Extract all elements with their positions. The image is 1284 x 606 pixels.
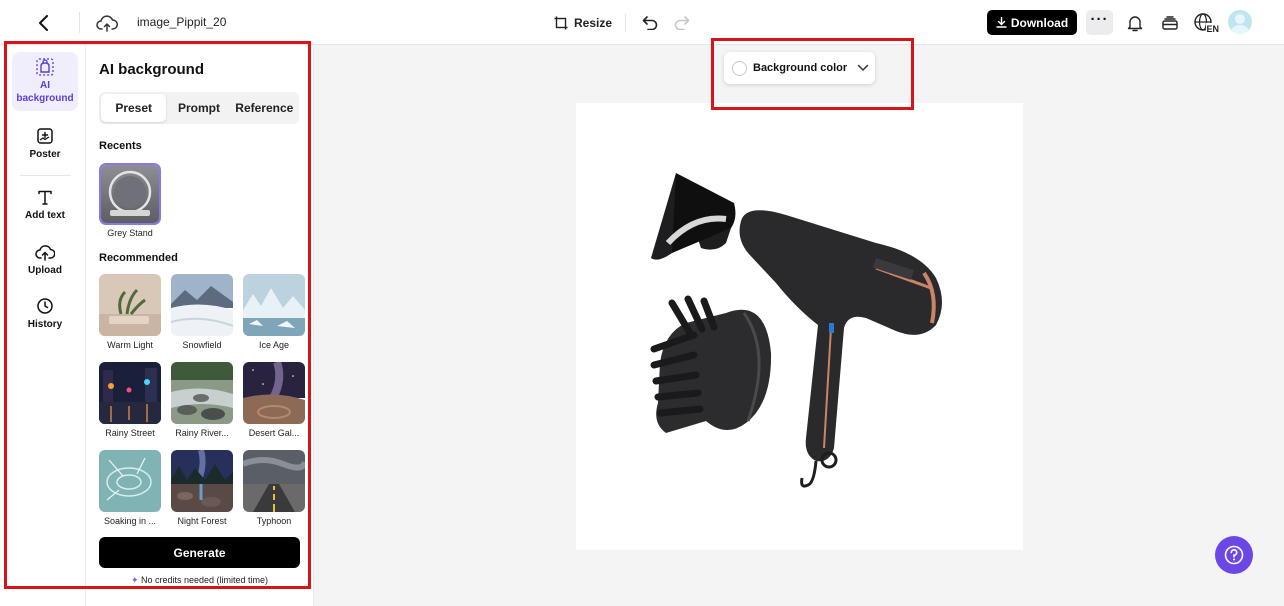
preset-label: Typhoon — [256, 516, 292, 526]
rail-item-upload[interactable]: Upload — [12, 243, 78, 277]
subscription-button[interactable] — [1157, 10, 1183, 36]
preset-label: Rainy Street — [105, 428, 155, 438]
tab-reference[interactable]: Reference — [232, 94, 297, 122]
language-code: EN — [1207, 24, 1220, 34]
redo-icon — [674, 16, 690, 30]
rail-item-poster[interactable]: Poster — [12, 127, 78, 161]
rail-item-label: Upload — [28, 265, 62, 276]
poster-icon — [37, 128, 53, 144]
warm-light-image — [99, 274, 161, 336]
generate-button[interactable]: Generate — [99, 537, 300, 568]
cloud-save-button[interactable] — [94, 9, 120, 37]
tab-prompt[interactable]: Prompt — [166, 94, 231, 122]
rail-item-label: Add text — [25, 210, 65, 221]
toolbar-divider — [625, 14, 626, 32]
upload-icon — [35, 245, 55, 261]
help-icon — [1224, 545, 1244, 565]
rail-item-history[interactable]: History — [12, 297, 78, 331]
resize-icon — [554, 16, 568, 30]
user-avatar[interactable] — [1228, 10, 1252, 34]
preset-thumbnail[interactable] — [171, 362, 233, 424]
rail-item-add-text[interactable]: Add text — [12, 188, 78, 222]
file-name[interactable]: image_Pippit_20 — [137, 15, 226, 29]
snowfield-image — [171, 274, 233, 336]
back-button[interactable] — [30, 9, 58, 37]
rail-divider — [20, 175, 71, 176]
tab-bar: Preset Prompt Reference — [99, 92, 299, 124]
recommended-label: Recommended — [99, 252, 178, 264]
preset-label: Warm Light — [107, 340, 153, 350]
color-swatch — [732, 60, 747, 76]
recents-label: Recents — [99, 140, 142, 152]
toolbar-divider — [79, 12, 80, 33]
globe-icon: EN — [1194, 13, 1221, 34]
night-forest-image — [171, 450, 233, 512]
soaking-image — [99, 450, 161, 512]
typhoon-image — [243, 450, 305, 512]
ice-age-image — [243, 274, 305, 336]
preset-thumbnail[interactable] — [99, 362, 161, 424]
undo-icon — [642, 16, 658, 30]
rainy-river-image — [171, 362, 233, 424]
chevron-down-icon — [857, 64, 869, 72]
rail-item-label: History — [27, 319, 63, 330]
credits-text: No credits needed (limited time) — [141, 575, 269, 585]
resize-button[interactable]: Resize — [550, 10, 616, 36]
language-button[interactable]: EN — [1193, 9, 1223, 37]
rail-item-ai-background[interactable]: AI background — [12, 52, 78, 111]
ai-background-icon — [36, 58, 54, 76]
help-button[interactable] — [1215, 536, 1253, 574]
preset-label: Rainy River... — [175, 428, 229, 438]
rail-item-label: Poster — [29, 149, 61, 160]
preset-thumbnail[interactable] — [171, 450, 233, 512]
product-image — [650, 173, 942, 488]
preset-thumbnail[interactable] — [243, 450, 305, 512]
preset-label: Snowfield — [182, 340, 222, 350]
rainy-street-image — [99, 362, 161, 424]
preset-label: Desert Gal... — [248, 428, 300, 438]
preset-thumbnail[interactable] — [243, 274, 305, 336]
preset-label: Night Forest — [177, 516, 227, 526]
preset-thumbnail[interactable] — [171, 274, 233, 336]
preset-label: Ice Age — [258, 340, 290, 350]
preset-thumbnail[interactable] — [99, 163, 161, 225]
text-icon — [38, 190, 52, 205]
layers-icon — [1162, 16, 1178, 30]
preset-label: Grey Stand — [107, 228, 153, 238]
preset-thumbnail[interactable] — [243, 362, 305, 424]
preset-thumbnail[interactable] — [99, 450, 161, 512]
desert-galaxy-image — [243, 362, 305, 424]
image-canvas[interactable] — [576, 103, 1023, 550]
notifications-button[interactable] — [1122, 10, 1148, 36]
undo-button[interactable] — [638, 10, 662, 36]
redo-button[interactable] — [670, 10, 694, 36]
history-icon — [37, 298, 53, 314]
grey-stand-image — [101, 165, 159, 223]
chevron-left-icon — [39, 15, 48, 31]
credits-note: ✦ No credits needed (limited time) — [99, 575, 300, 586]
ai-background-panel: AI background Preset Prompt Reference Re… — [86, 46, 314, 606]
background-color-label: Background color — [753, 62, 848, 74]
top-bar: image_Pippit_20 Resize Download ··· EN — [0, 0, 1284, 45]
tool-rail: AI background Poster Add text Upload His… — [0, 46, 86, 606]
avatar-icon — [1230, 14, 1250, 34]
rail-item-label: AI background — [16, 80, 74, 104]
panel-title: AI background — [99, 61, 205, 78]
download-button[interactable]: Download — [987, 10, 1077, 35]
preset-label: Soaking in ... — [103, 516, 157, 526]
tab-preset[interactable]: Preset — [101, 94, 167, 122]
more-options-button[interactable]: ··· — [1086, 10, 1113, 35]
download-label: Download — [1010, 15, 1069, 30]
bell-icon — [1127, 16, 1143, 32]
resize-label: Resize — [574, 16, 613, 30]
sparkle-icon: ✦ — [130, 575, 139, 585]
background-color-dropdown[interactable]: Background color — [724, 52, 875, 84]
preset-thumbnail[interactable] — [99, 274, 161, 336]
download-icon — [996, 17, 1007, 28]
cloud-icon — [96, 15, 118, 32]
